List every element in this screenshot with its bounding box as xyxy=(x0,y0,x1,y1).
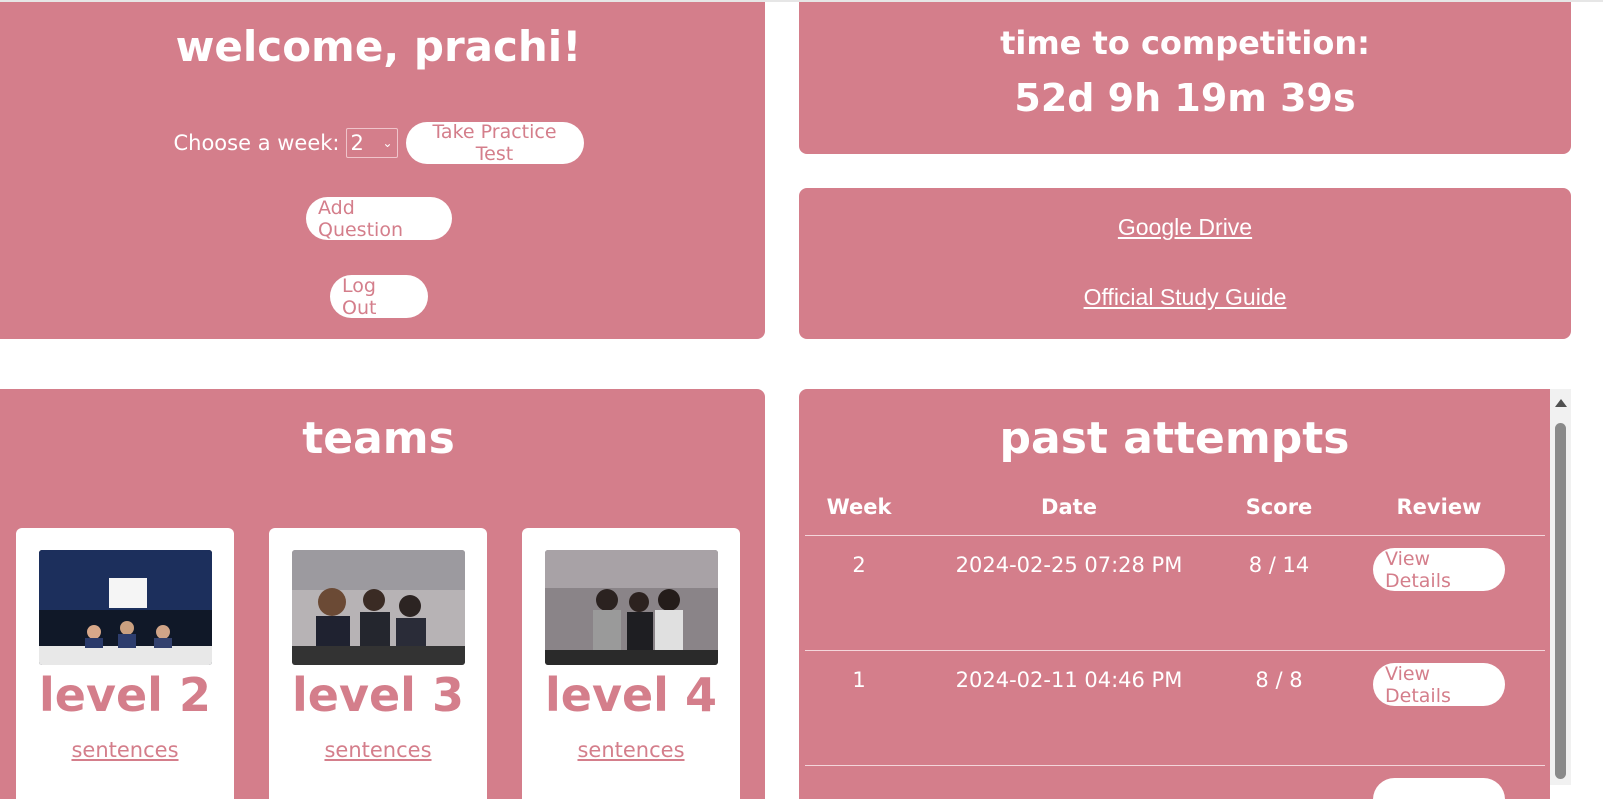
past-attempts-title: past attempts xyxy=(999,413,1350,464)
study-guide-link[interactable]: Official Study Guide xyxy=(799,284,1571,311)
timer-panel: time to competition: 52d 9h 19m 39s xyxy=(799,2,1571,154)
column-header-date: Date xyxy=(1041,495,1097,519)
team-photo-level-4 xyxy=(545,550,718,665)
team-card-level-2[interactable]: level 2 sentences xyxy=(16,528,234,808)
row-score: 8 / 8 xyxy=(1255,668,1303,692)
teams-panel: teams level 2 sentences level 3 sentence… xyxy=(0,389,765,808)
take-practice-test-button[interactable]: Take Practice Test xyxy=(405,121,584,165)
view-details-button-partial[interactable] xyxy=(1373,778,1505,799)
welcome-title: welcome, prachi! xyxy=(175,22,582,71)
attempts-scrollbar[interactable] xyxy=(1550,389,1571,785)
team-level-label: level 3 xyxy=(292,668,464,722)
welcome-panel: welcome, prachi! Choose a week: 2 ⌄ Take… xyxy=(0,2,765,339)
choose-week-label: Choose a week: xyxy=(173,131,340,155)
team-card-level-3[interactable]: level 3 sentences xyxy=(269,528,487,808)
teams-title: teams xyxy=(302,413,455,464)
week-chooser: Choose a week: 2 ⌄ Take Practice Test xyxy=(0,121,765,165)
row-date: 2024-02-25 07:28 PM xyxy=(955,553,1183,577)
team-photo-level-3 xyxy=(292,550,465,665)
google-drive-link[interactable]: Google Drive xyxy=(799,214,1571,241)
row-divider xyxy=(805,765,1545,766)
team-sentences-link[interactable]: sentences xyxy=(16,738,234,762)
team-sentences-link[interactable]: sentences xyxy=(269,738,487,762)
column-header-score: Score xyxy=(1245,495,1313,519)
week-select-value: 2 xyxy=(350,131,364,155)
week-select[interactable]: 2 ⌄ xyxy=(345,128,398,158)
row-score: 8 / 14 xyxy=(1248,553,1310,577)
timer-value: 52d 9h 19m 39s xyxy=(1014,76,1356,120)
row-date: 2024-02-11 04:46 PM xyxy=(955,668,1183,692)
past-attempts-panel: past attempts Week Date Score Review 2 2… xyxy=(799,389,1550,799)
log-out-button[interactable]: Log Out xyxy=(330,275,428,319)
view-details-button[interactable]: View Details xyxy=(1373,548,1505,592)
add-question-button[interactable]: Add Question xyxy=(306,197,452,241)
column-header-review: Review xyxy=(1396,495,1482,519)
row-divider xyxy=(805,535,1545,536)
row-divider xyxy=(805,650,1545,651)
links-panel: Google Drive Official Study Guide xyxy=(799,188,1571,339)
team-level-label: level 4 xyxy=(545,668,717,722)
view-details-button[interactable]: View Details xyxy=(1373,663,1505,707)
column-header-week: Week xyxy=(826,495,892,519)
team-sentences-link[interactable]: sentences xyxy=(522,738,740,762)
team-level-label: level 2 xyxy=(39,668,211,722)
team-card-level-4[interactable]: level 4 sentences xyxy=(522,528,740,808)
row-week: 1 xyxy=(852,668,866,692)
scroll-thumb[interactable] xyxy=(1555,423,1566,779)
chevron-down-icon: ⌄ xyxy=(382,136,393,150)
row-week: 2 xyxy=(852,553,866,577)
scroll-up-arrow-icon[interactable] xyxy=(1555,399,1567,407)
timer-label: time to competition: xyxy=(1000,24,1370,62)
team-photo-level-2 xyxy=(39,550,212,665)
